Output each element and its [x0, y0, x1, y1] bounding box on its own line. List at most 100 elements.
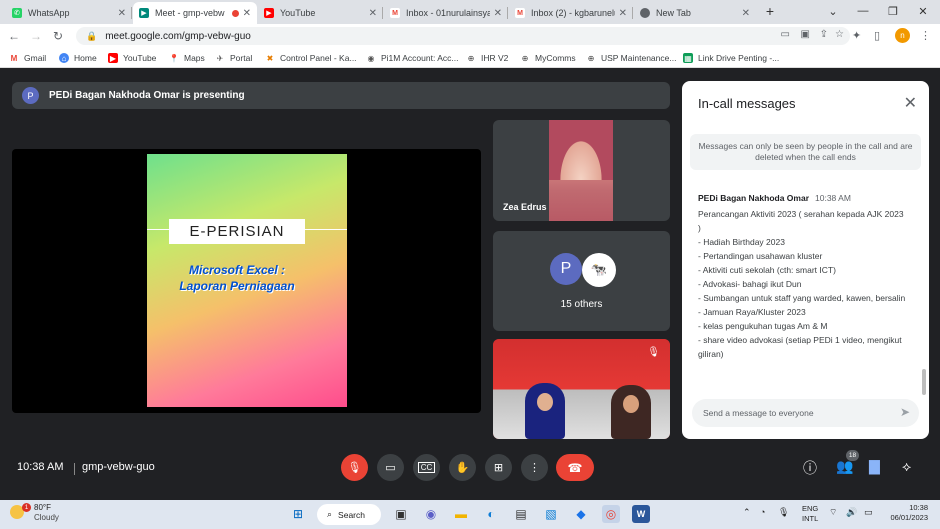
globe-icon: ⊕	[587, 53, 595, 63]
bookmark-usp[interactable]: ⊕ USP Maintenance...	[586, 51, 677, 65]
leave-call-button[interactable]: ☎	[556, 454, 594, 481]
youtube-icon: ▶	[264, 8, 274, 18]
message-sender: PEDi Bagan Nakhoda Omar 10:38 AM	[698, 193, 851, 203]
battery-icon[interactable]: ▭	[864, 507, 873, 518]
bookmark-portal[interactable]: ✈ Portal	[215, 51, 253, 65]
forward-icon[interactable]: →	[28, 28, 44, 44]
close-icon[interactable]: ✕	[494, 8, 502, 19]
back-icon[interactable]: ←	[6, 28, 22, 44]
activities-button[interactable]: ⟡	[902, 458, 911, 475]
bookmark-maps[interactable]: 📍 Maps	[169, 51, 205, 65]
presenter-avatar: P	[22, 87, 39, 104]
address-bar[interactable]: 🔒 meet.google.com/gmp-vebw-guo ▭ ▣ ⇪ ☆	[76, 27, 850, 45]
gmail-icon: M	[10, 53, 18, 63]
others-tile[interactable]: P 🐄 15 others	[493, 231, 670, 331]
url-text: meet.google.com/gmp-vebw-guo	[105, 30, 251, 42]
participant-tile-zea[interactable]: Zea Edrus	[493, 120, 670, 221]
close-icon[interactable]: ✕	[369, 8, 377, 19]
minimize-icon[interactable]: —	[848, 0, 878, 22]
tab-inbox-2[interactable]: M Inbox (2) - kgbarunelu ✕	[509, 2, 633, 24]
chat-scrollbar[interactable]	[922, 369, 926, 395]
sidepanel-icon[interactable]: ▯	[874, 29, 880, 42]
presentation-stage[interactable]: E-PERISIAN Microsoft Excel : Laporan Per…	[12, 149, 481, 413]
close-icon[interactable]: ✕	[243, 8, 251, 19]
taskbar-search[interactable]: ⌕ Search	[317, 504, 381, 525]
word-icon[interactable]: W	[632, 505, 650, 523]
mic-off-icon: 🎙	[647, 347, 660, 358]
teams-chat-icon[interactable]: ◉	[422, 505, 440, 523]
start-icon[interactable]: ⊞	[289, 505, 307, 523]
weather-widget[interactable]: 1 80°F Cloudy	[8, 503, 59, 525]
tray-app-icon[interactable]: ◔	[760, 507, 765, 517]
bookmark-control-panel[interactable]: ✖ Control Panel - Ka...	[265, 51, 357, 65]
edge-icon[interactable]: ◐	[482, 505, 500, 523]
globe-icon: ⊕	[467, 53, 475, 63]
microphone-icon[interactable]: 🎙	[778, 507, 789, 518]
bookmark-youtube[interactable]: ▶ YouTube	[108, 51, 156, 65]
restore-icon[interactable]: ❐	[878, 0, 908, 22]
message-body: Perancangan Aktiviti 2023 ( serahan kepa…	[698, 209, 906, 359]
task-view-icon[interactable]: ▣	[392, 505, 410, 523]
app-icon[interactable]: ◆	[572, 505, 590, 523]
close-icon[interactable]: ✕	[118, 8, 126, 19]
meet-icon: ▶	[139, 8, 149, 18]
extensions-icon[interactable]: ✦	[852, 29, 861, 42]
hand-icon: ✋	[455, 462, 470, 474]
video-camera-icon: ▭	[385, 462, 396, 474]
chrome-icon[interactable]: ◎	[602, 505, 620, 523]
taskbar-clock[interactable]: 10:38 06/01/2023	[884, 503, 928, 523]
bookmark-pi1m[interactable]: ◉ Pi1M Account: Acc...	[366, 51, 459, 65]
tray-overflow-icon[interactable]: ⌃	[743, 507, 751, 518]
bookmark-mycomms[interactable]: ⊕ MyComms	[520, 51, 576, 65]
input-language[interactable]: ENG INTL	[802, 504, 818, 524]
camera-icon[interactable]: ▣	[801, 29, 810, 40]
participant-tile-room[interactable]: 🎙	[493, 339, 670, 439]
bookmark-ihr[interactable]: ⊕ IHR V2	[466, 51, 509, 65]
new-tab-button[interactable]: +	[755, 0, 785, 22]
tab-inbox-1[interactable]: M Inbox - 01nurulainsya ✕	[384, 2, 508, 24]
menu-icon[interactable]: ⋮	[920, 29, 931, 42]
maps-icon: 📍	[169, 53, 179, 63]
window-close-icon[interactable]: ✕	[908, 0, 938, 22]
tab-new-tab[interactable]: New Tab ✕	[634, 2, 756, 24]
bookmark-gmail[interactable]: M Gmail	[9, 51, 47, 65]
file-explorer-icon[interactable]: ▬	[452, 505, 470, 523]
tab-youtube[interactable]: ▶ YouTube ✕	[258, 2, 383, 24]
star-icon[interactable]: ☆	[835, 29, 844, 40]
camera-toggle-button[interactable]: ▭	[377, 454, 404, 481]
close-icon[interactable]: ✕	[904, 93, 917, 113]
reload-icon[interactable]: ↻	[50, 28, 66, 44]
lock-icon[interactable]: 🔒	[86, 31, 97, 42]
tab-search-icon[interactable]: ⌄	[818, 0, 848, 22]
tab-whatsapp[interactable]: ✆ WhatsApp ✕	[6, 2, 132, 24]
profile-avatar[interactable]: n	[895, 28, 910, 43]
others-avatar-image: 🐄	[582, 253, 616, 287]
windows-taskbar: 1 80°F Cloudy ⊞ ⌕ Search ▣ ◉ ▬ ◐ ▤ ▧ ◆ ◎…	[0, 500, 940, 529]
hang-up-icon: ☎	[567, 460, 583, 475]
captions-button[interactable]: CC	[413, 454, 440, 481]
chat-button[interactable]: ▇	[869, 458, 880, 475]
sheets-icon: ▦	[683, 53, 693, 63]
more-options-button[interactable]: ⋮	[521, 454, 548, 481]
cast-icon[interactable]: ▭	[781, 29, 790, 40]
raise-hand-button[interactable]: ✋	[449, 454, 476, 481]
close-icon[interactable]: ✕	[619, 8, 627, 19]
mic-toggle-button[interactable]: 🎙	[341, 454, 368, 481]
present-button[interactable]: ⊞	[485, 454, 512, 481]
app-icon[interactable]: ▧	[542, 505, 560, 523]
bookmark-link-drive[interactable]: ▦ Link Drive Penting -...	[683, 51, 779, 65]
message-input[interactable]: Send a message to everyone ➤	[692, 399, 919, 427]
weather-icon: 1	[8, 503, 31, 525]
wifi-icon[interactable]: ⌔	[829, 507, 837, 518]
close-icon[interactable]: ✕	[742, 8, 750, 19]
volume-icon[interactable]: 🔊	[846, 507, 857, 518]
share-icon[interactable]: ⇪	[820, 29, 828, 40]
whatsapp-icon: ✆	[12, 8, 22, 18]
in-call-messages-panel: In-call messages ✕ Messages can only be …	[682, 81, 929, 439]
others-count: 15 others	[560, 299, 603, 310]
send-icon[interactable]: ➤	[900, 405, 910, 419]
tab-meet[interactable]: ▶ Meet - gmp-vebw ✕	[133, 2, 257, 24]
bookmark-home[interactable]: ⌂ Home	[59, 51, 97, 65]
meeting-info-button[interactable]: ⓘ	[803, 458, 817, 478]
store-icon[interactable]: ▤	[512, 505, 530, 523]
